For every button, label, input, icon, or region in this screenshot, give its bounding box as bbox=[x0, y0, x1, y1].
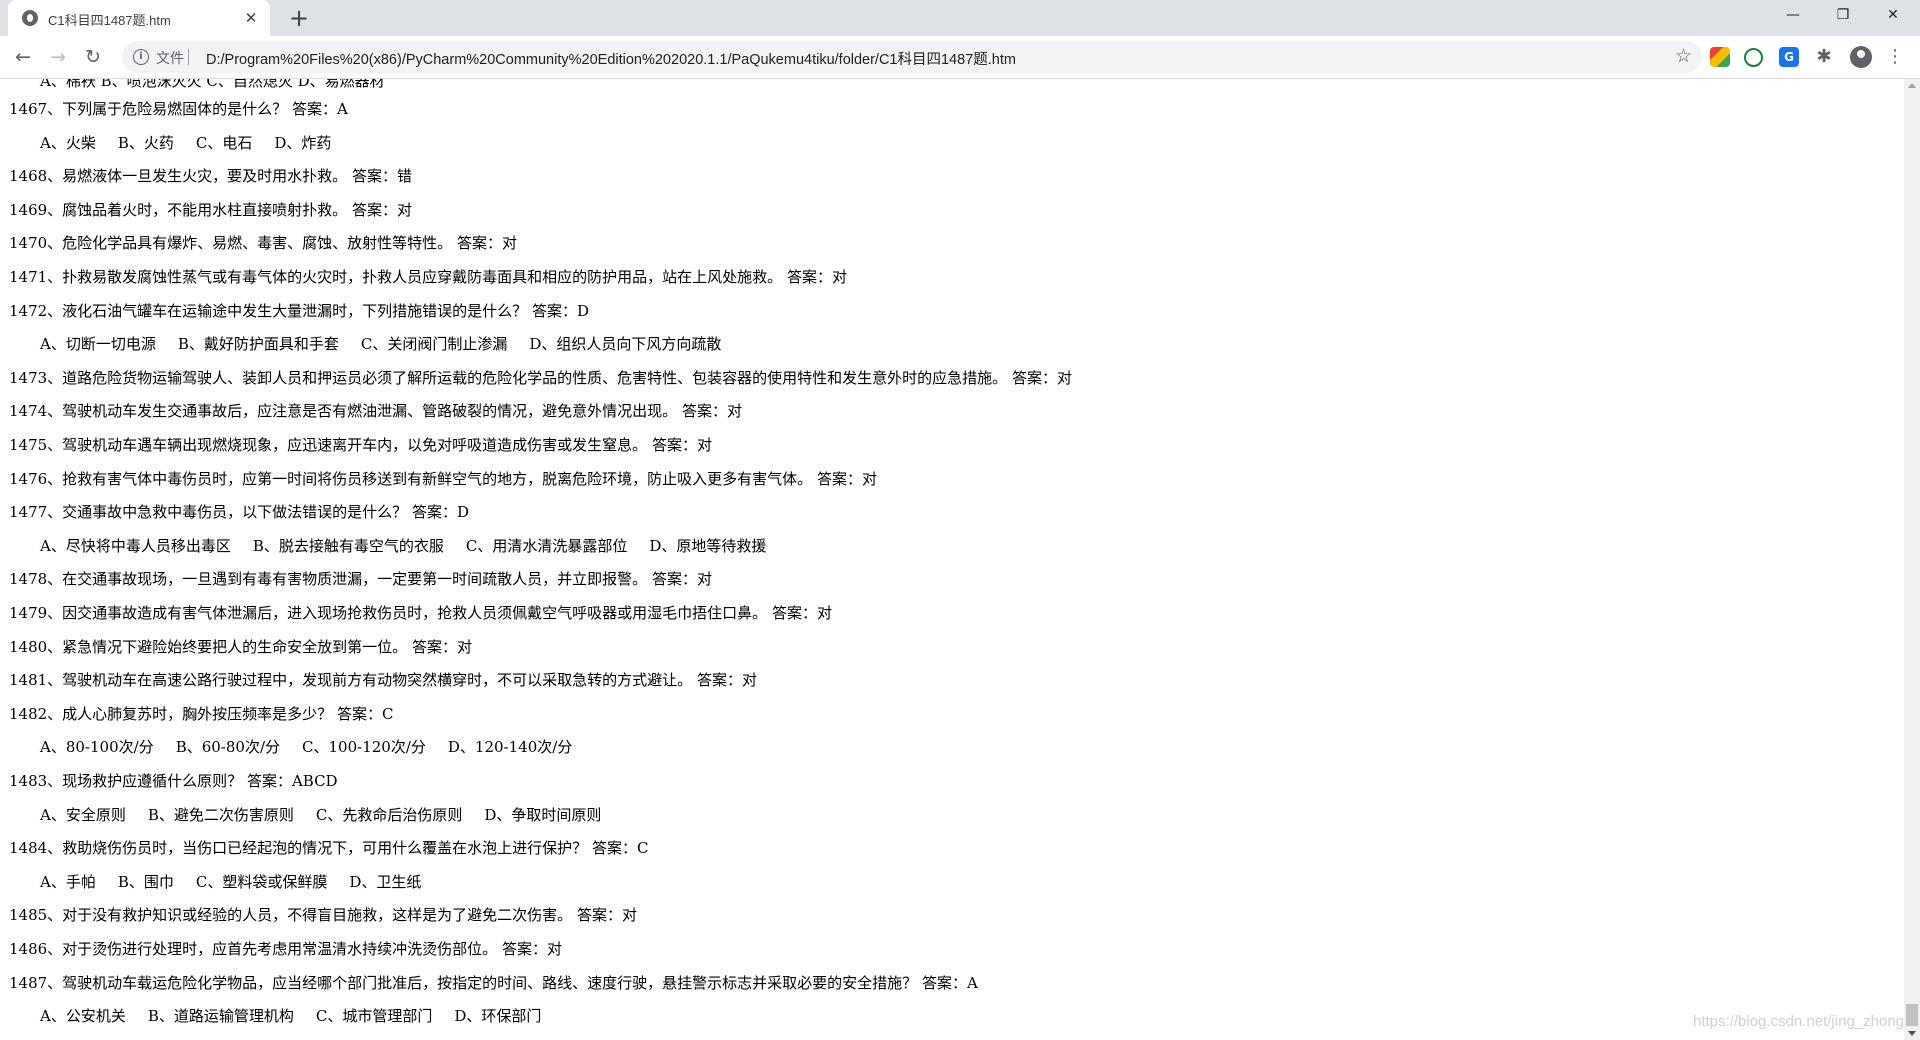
options-line: A、公安机关 B、道路运输管理机构 C、城市管理部门 D、环保部门 bbox=[40, 1006, 563, 1026]
browser-toolbar: ← → ↻ i 文件 D:/Program%20Files%20(x86)/Py… bbox=[0, 36, 1920, 79]
question-line: 1471、扑救易散发腐蚀性蒸气或有毒气体的火灾时，扑救人员应穿戴防毒面具和相应的… bbox=[9, 268, 847, 286]
watermark: https://blog.csdn.net/jing_zhong bbox=[1693, 1013, 1904, 1030]
option-item: A、尽快将中毒人员移出毒区 bbox=[40, 536, 231, 555]
option-item: C、100-120次/分 bbox=[302, 738, 426, 757]
option-item: B、脱去接触有毒空气的衣服 bbox=[252, 536, 444, 555]
window-close-button[interactable]: ✕ bbox=[1870, 0, 1916, 30]
option-item: A、安全原则 bbox=[40, 805, 126, 824]
option-item: A、手帕 bbox=[40, 872, 96, 891]
option-item: C、用清水清洗暴露部位 bbox=[465, 536, 628, 555]
question-line: 1486、对于烫伤进行处理时，应首先考虑用常温清水持续冲洗烫伤部位。 答案：对 bbox=[9, 940, 562, 958]
option-item: D、组织人员向下风方向疏散 bbox=[529, 335, 722, 354]
options-line: A、切断一切电源 B、戴好防护面具和手套 C、关闭阀门制止渗漏 D、组织人员向下风方向… bbox=[40, 334, 743, 354]
question-line: 1468、易燃液体一旦发生火灾，要及时用水扑救。 答案：错 bbox=[9, 167, 412, 186]
option-item: D、卫生纸 bbox=[349, 872, 422, 891]
question-line: 1475、驾驶机动车遇车辆出现燃烧现象，应迅速离开车内，以免对呼吸道造成伤害或发… bbox=[9, 436, 712, 454]
option-item: B、避免二次伤害原则 bbox=[147, 805, 294, 824]
reload-button[interactable]: ↻ bbox=[80, 44, 106, 70]
option-item: C、塑料袋或保鲜膜 bbox=[195, 872, 328, 891]
omnibox-divider bbox=[188, 49, 189, 65]
scrollbar-thumb[interactable] bbox=[1906, 1004, 1918, 1026]
url-scheme-label: 文件 bbox=[156, 50, 184, 66]
question-line: 1487、驾驶机动车载运危险化学物品，应当经哪个部门批准后，按指定的时间、路线、… bbox=[9, 973, 978, 992]
option-item: B、戴好防护面具和手套 bbox=[177, 335, 339, 354]
option-item: C、先救命后治伤原则 bbox=[315, 805, 463, 824]
option-item: B、围巾 bbox=[117, 872, 174, 891]
question-line: 1477、交通事故中急救中毒伤员，以下做法错误的是什么？ 答案：D bbox=[9, 503, 469, 522]
bookmark-star-icon[interactable]: ☆ bbox=[1675, 45, 1692, 67]
browser-tab[interactable]: C1科目四1487题.htm ✕ bbox=[8, 0, 270, 36]
option-item: D、原地等待救援 bbox=[649, 536, 767, 555]
question-line: 1479、因交通事故造成有害气体泄漏后，进入现场抢救伤员时，抢救人员须佩戴空气呼… bbox=[9, 604, 832, 622]
back-button[interactable]: ← bbox=[10, 44, 36, 70]
question-line: 1485、对于没有救护知识或经验的人员，不得盲目施救，这样是为了避免二次伤害。 … bbox=[9, 906, 637, 925]
scroll-up-arrow-icon[interactable] bbox=[1908, 83, 1916, 88]
tab-title: C1科目四1487题.htm bbox=[48, 13, 171, 28]
globe-icon bbox=[22, 10, 38, 26]
question-line: 1470、危险化学品具有爆炸、易燃、毒害、腐蚀、放射性等特性。 答案：对 bbox=[9, 234, 517, 253]
option-item: B、火药 bbox=[117, 133, 174, 152]
question-line: 1467、下列属于危险易燃固体的是什么？ 答案：A bbox=[9, 100, 348, 118]
question-line: 1484、救助烧伤伤员时，当伤口已经起泡的情况下，可用什么覆盖在水泡上进行保护？… bbox=[9, 839, 649, 858]
tab-close-icon[interactable]: ✕ bbox=[242, 9, 260, 27]
menu-icon[interactable]: ⋮ bbox=[1886, 46, 1904, 68]
options-line: A、手帕 B、围巾 C、塑料袋或保鲜膜 D、卫生纸 bbox=[40, 872, 443, 892]
url-text[interactable]: D:/Program%20Files%20(x86)/PyCharm%20Com… bbox=[206, 48, 1016, 69]
option-item: A、80-100次/分 bbox=[40, 738, 154, 757]
page-content: A、棉袄 B、喷泡沫灭火 C、自然熄灭 D、易燃器材 1467、下列属于危险易燃… bbox=[0, 79, 1904, 1040]
question-line: 1472、液化石油气罐车在运输途中发生大量泄漏时，下列措施错误的是什么？ 答案：… bbox=[9, 301, 589, 320]
options-line: A、尽快将中毒人员移出毒区 B、脱去接触有毒空气的衣服 C、用清水清洗暴露部位 D、原… bbox=[40, 536, 788, 556]
extension-color-icon[interactable] bbox=[1710, 47, 1730, 67]
profile-avatar-icon[interactable] bbox=[1850, 46, 1872, 68]
new-tab-button[interactable]: + bbox=[285, 4, 313, 32]
option-item: B、道路运输管理机构 bbox=[147, 1007, 294, 1026]
translate-icon[interactable]: G bbox=[1779, 47, 1799, 67]
option-item: A、切断一切电源 bbox=[40, 335, 156, 354]
options-line: A、安全原则 B、避免二次伤害原则 C、先救命后治伤原则 D、争取时间原则 bbox=[40, 805, 623, 825]
maximize-button[interactable]: ❐ bbox=[1820, 0, 1866, 30]
address-bar[interactable]: i 文件 D:/Program%20Files%20(x86)/PyCharm%… bbox=[122, 41, 1702, 73]
option-item: D、120-140次/分 bbox=[447, 738, 573, 757]
scroll-down-arrow-icon[interactable] bbox=[1908, 1031, 1916, 1036]
vertical-scrollbar[interactable] bbox=[1904, 79, 1920, 1040]
info-icon[interactable]: i bbox=[133, 49, 149, 65]
minimize-button[interactable]: — bbox=[1770, 0, 1816, 30]
option-item: C、电石 bbox=[195, 133, 253, 152]
clipped-options-line: A、棉袄 B、喷泡沫灭火 C、自然熄灭 D、易燃器材 bbox=[40, 79, 385, 90]
option-item: C、关闭阀门制止渗漏 bbox=[360, 335, 508, 354]
option-item: C、城市管理部门 bbox=[315, 1007, 433, 1026]
option-item: A、公安机关 bbox=[40, 1007, 126, 1026]
question-line: 1483、现场救护应遵循什么原则？ 答案：ABCD bbox=[9, 772, 338, 790]
question-line: 1480、紧急情况下避险始终要把人的生命安全放到第一位。 答案：对 bbox=[9, 637, 472, 656]
extension-green-icon[interactable] bbox=[1744, 48, 1763, 67]
tab-strip: C1科目四1487题.htm ✕ + — ❐ ✕ bbox=[0, 0, 1920, 36]
options-line: A、80-100次/分 B、60-80次/分 C、100-120次/分 D、120-1… bbox=[40, 737, 594, 757]
question-line: 1469、腐蚀品着火时，不能用水柱直接喷射扑救。 答案：对 bbox=[9, 200, 412, 219]
question-line: 1478、在交通事故现场，一旦遇到有毒有害物质泄漏，一定要第一时间疏散人员，并立… bbox=[9, 570, 712, 589]
forward-button[interactable]: → bbox=[45, 44, 71, 70]
option-item: B、60-80次/分 bbox=[175, 738, 281, 757]
options-line: A、火柴 B、火药 C、电石 D、炸药 bbox=[40, 133, 353, 153]
option-item: D、环保部门 bbox=[454, 1007, 542, 1026]
question-line: 1474、驾驶机动车发生交通事故后，应注意是否有燃油泄漏、管路破裂的情况，避免意… bbox=[9, 402, 742, 421]
question-line: 1476、抢救有害气体中毒伤员时，应第一时间将伤员移送到有新鲜空气的地方，脱离危… bbox=[9, 469, 877, 488]
question-line: 1473、道路危险货物运输驾驶人、装卸人员和押运员必须了解所运载的危险化学品的性… bbox=[9, 368, 1072, 387]
option-item: D、炸药 bbox=[274, 133, 332, 152]
extensions-puzzle-icon[interactable]: ✱ bbox=[1814, 47, 1834, 67]
question-line: 1481、驾驶机动车在高速公路行驶过程中，发现前方有动物突然横穿时，不可以采取急… bbox=[9, 671, 757, 690]
question-line: 1482、成人心肺复苏时，胸外按压频率是多少？ 答案：C bbox=[9, 704, 394, 723]
option-item: D、争取时间原则 bbox=[484, 805, 602, 824]
option-item: A、火柴 bbox=[40, 133, 96, 152]
